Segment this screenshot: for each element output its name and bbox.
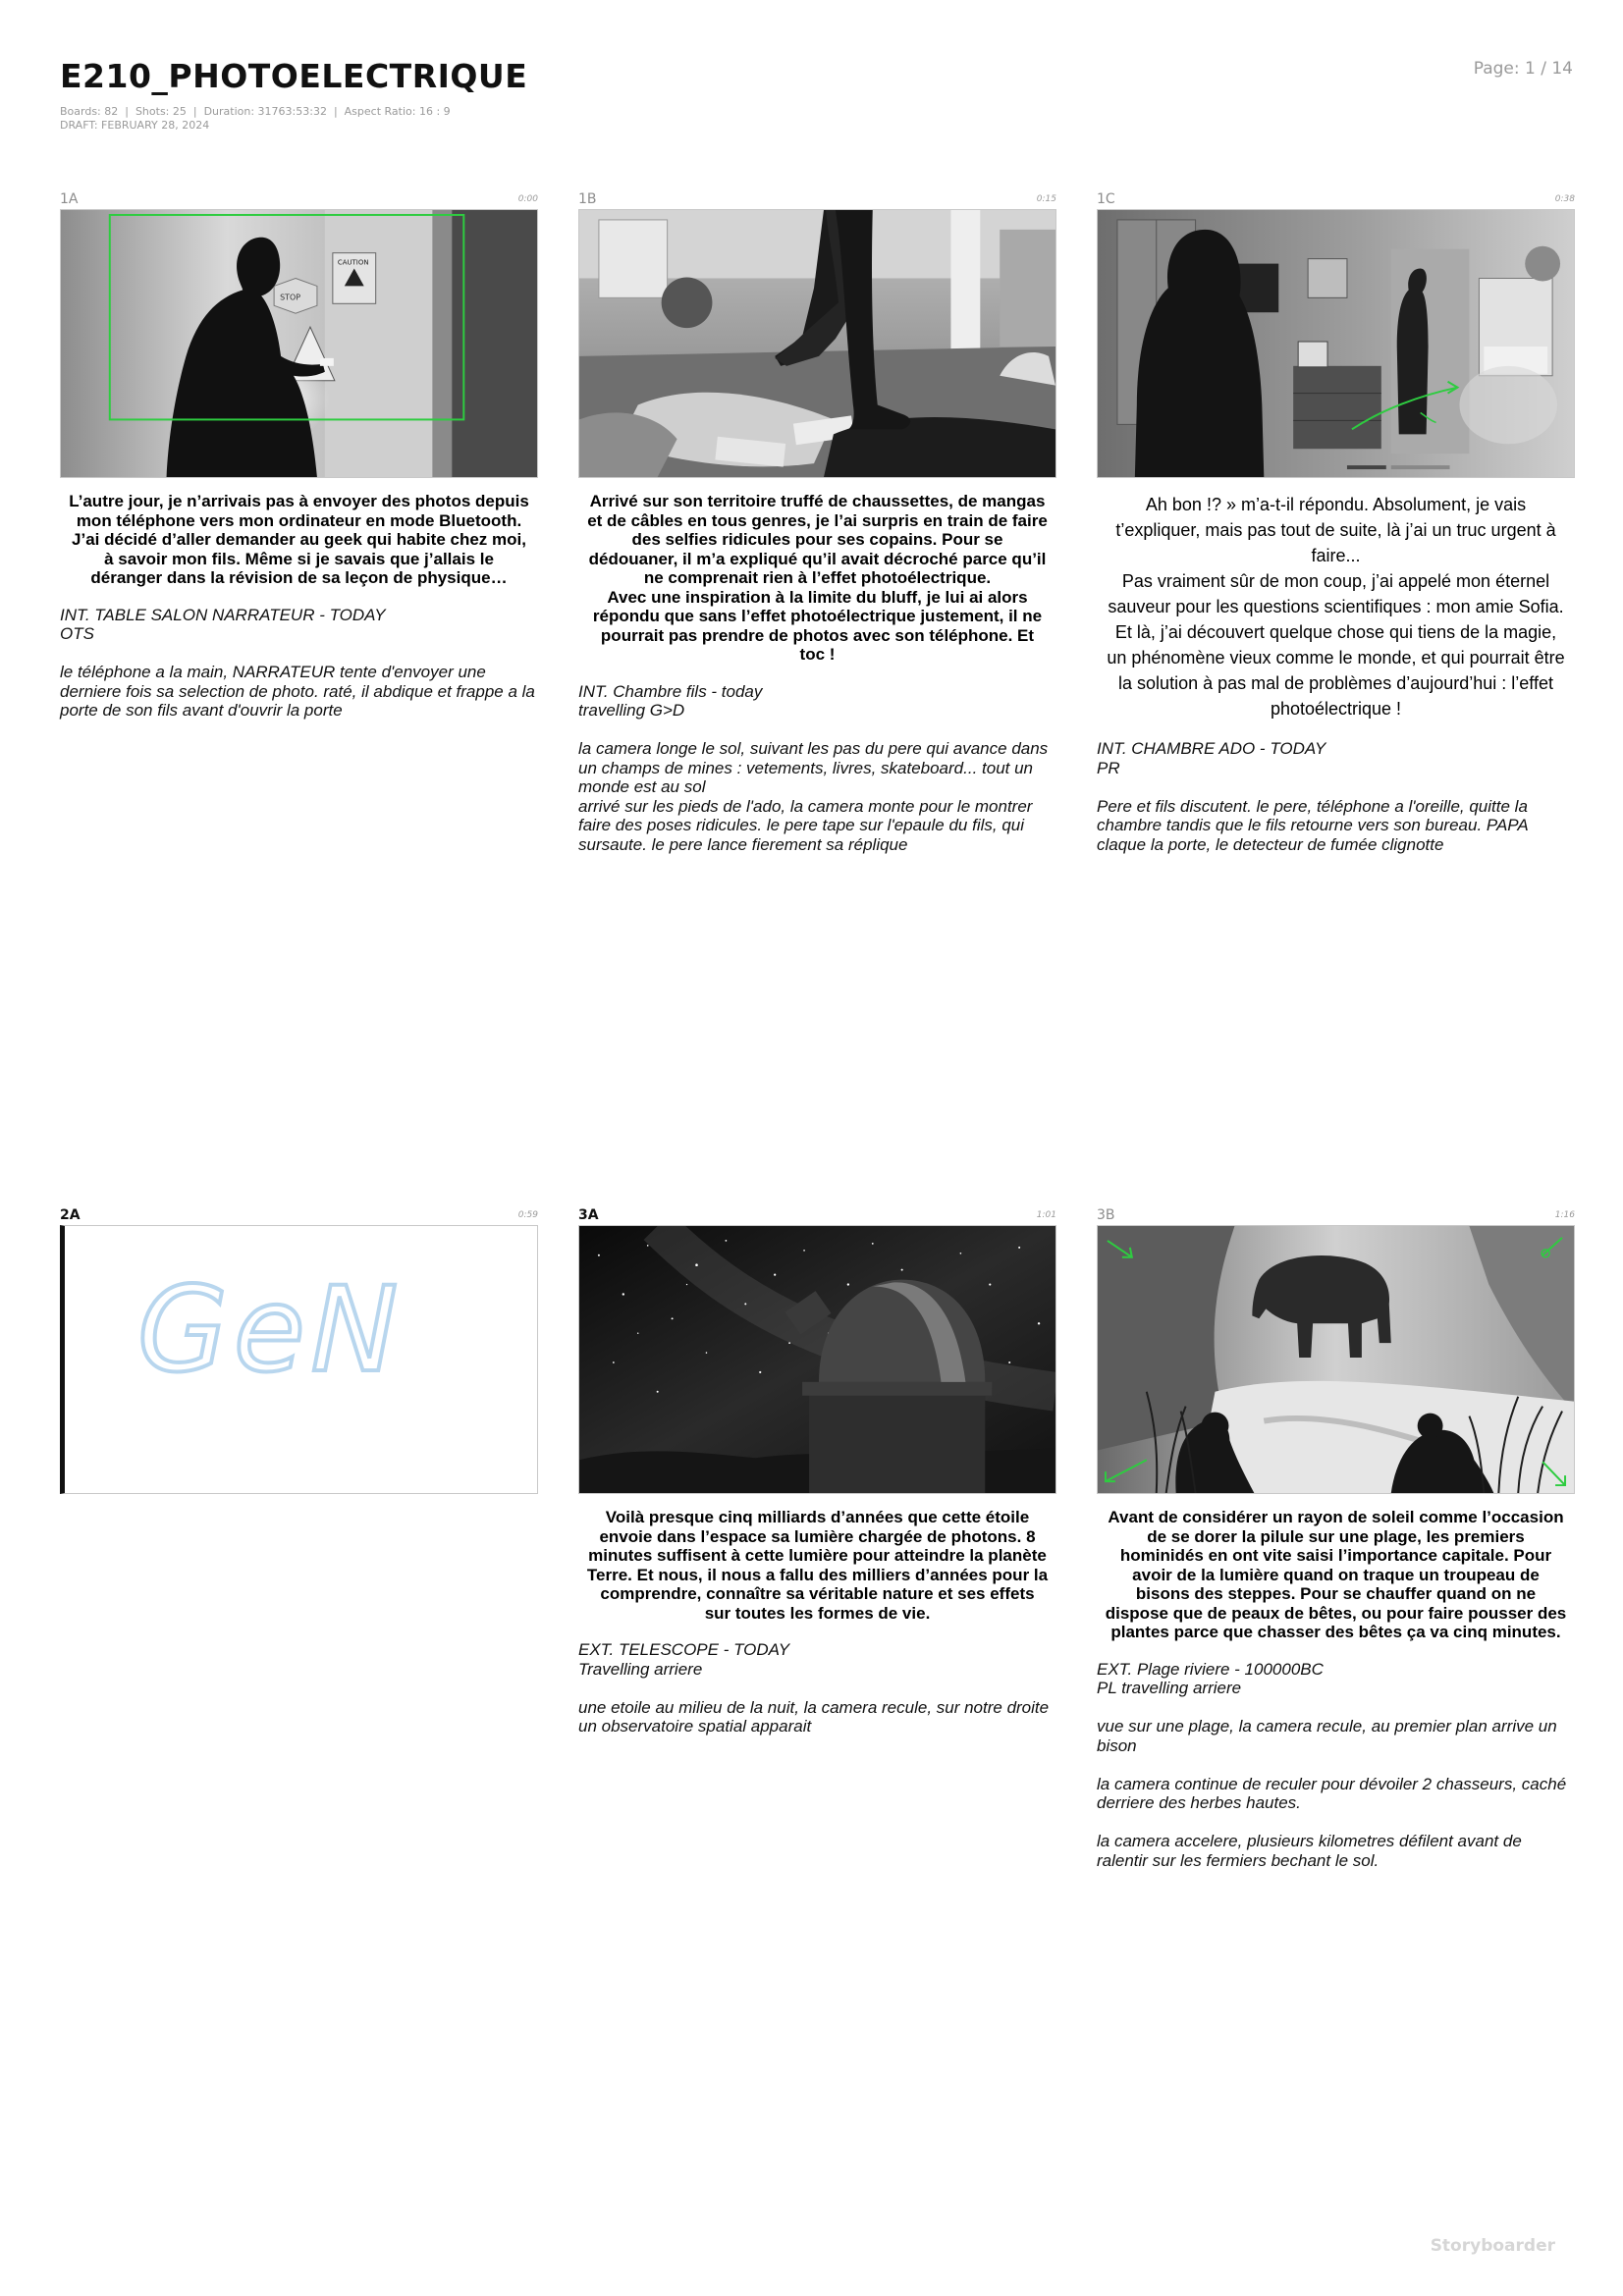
board-header: 2A 0:59 bbox=[60, 1207, 538, 1225]
action-text: INT. TABLE SALON NARRATEUR - TODAY OTS l… bbox=[60, 606, 538, 721]
board-time: 0:38 bbox=[1554, 194, 1575, 204]
action-text: INT. CHAMBRE ADO - TODAY PR Pere et fils… bbox=[1097, 739, 1575, 854]
scene-description: une etoile au milieu de la nuit, la came… bbox=[578, 1697, 1050, 1736]
board-header: 1A 0:00 bbox=[60, 191, 538, 209]
board-3b: 3B 1:16 Avant de considérer un rayon de … bbox=[1097, 1207, 1575, 1890]
scene-description: la camera continue de reculer pour dévoi… bbox=[1097, 1774, 1567, 1813]
scene-heading: EXT. Plage riviere - 100000BC PL travell… bbox=[1097, 1659, 1324, 1698]
dialogue-text: Arrivé sur son territoire truffé de chau… bbox=[587, 492, 1048, 664]
caution-sign-text: CAUTION bbox=[338, 259, 369, 267]
action-text: EXT. Plage riviere - 100000BC PL travell… bbox=[1097, 1660, 1575, 1871]
document-title: E210_PHOTOELECTRIQUE bbox=[60, 57, 528, 95]
scene-description: la camera accelere, plusieurs kilometres… bbox=[1097, 1832, 1522, 1870]
board-image: GeN bbox=[60, 1225, 538, 1494]
document-meta: Boards: 82 | Shots: 25 | Duration: 31763… bbox=[60, 105, 451, 133]
board-number: 3A bbox=[578, 1207, 599, 1223]
board-1b: 1B 0:15 Arrivé sur son territoire truffé… bbox=[578, 191, 1056, 874]
board-time: 1:16 bbox=[1554, 1210, 1575, 1220]
board-time: 0:00 bbox=[517, 194, 538, 204]
meta-line: Boards: 82 | Shots: 25 | Duration: 31763… bbox=[60, 105, 451, 118]
board-number: 1C bbox=[1097, 191, 1115, 207]
dialogue-text: Avant de considérer un rayon de soleil c… bbox=[1105, 1508, 1567, 1641]
board-image bbox=[1097, 209, 1575, 478]
dialogue-text: L’autre jour, je n’arrivais pas à envoye… bbox=[69, 492, 529, 587]
board-header: 1C 0:38 bbox=[1097, 191, 1575, 209]
board-1c: 1C 0:38 Ah bon !? » m’a-t-il répondu. Ab… bbox=[1097, 191, 1575, 874]
board-header: 1B 0:15 bbox=[578, 191, 1056, 209]
board-header: 3A 1:01 bbox=[578, 1207, 1056, 1225]
dialogue-text: Ah bon !? » m’a-t-il répondu. Absolument… bbox=[1107, 495, 1565, 719]
board-image: CAUTION STOP bbox=[60, 209, 538, 478]
board-3a: 3A 1:01 Voilà presque cinq milliards d’a… bbox=[578, 1207, 1056, 1755]
sketch-text: GeN bbox=[137, 1263, 404, 1399]
scene-description: la camera longe le sol, suivant les pas … bbox=[578, 739, 1049, 854]
scene-description: Pere et fils discutent. le pere, télépho… bbox=[1097, 796, 1529, 854]
scene-description: le téléphone a la main, NARRATEUR tente … bbox=[60, 663, 535, 720]
action-text: INT. Chambre fils - today travelling G>D… bbox=[578, 682, 1056, 855]
board-time: 0:59 bbox=[517, 1210, 538, 1220]
board-number: 1A bbox=[60, 191, 79, 207]
board-image bbox=[1097, 1225, 1575, 1494]
stop-sign-text: STOP bbox=[280, 293, 300, 301]
scene-description: vue sur une plage, la camera recule, au … bbox=[1097, 1717, 1557, 1755]
board-time: 0:15 bbox=[1036, 194, 1056, 204]
board-number: 2A bbox=[60, 1207, 81, 1223]
scene-heading: INT. Chambre fils - today travelling G>D bbox=[578, 681, 763, 721]
board-number: 3B bbox=[1097, 1207, 1115, 1223]
scene-heading: EXT. TELESCOPE - TODAY Travelling arrier… bbox=[578, 1640, 790, 1679]
scene-heading: INT. CHAMBRE ADO - TODAY PR bbox=[1097, 739, 1326, 777]
board-header: 3B 1:16 bbox=[1097, 1207, 1575, 1225]
storyboarder-logo: Storyboarder bbox=[1430, 2236, 1555, 2256]
board-1a: 1A 0:00 CAUTION STOP L’autre jour, je n’… bbox=[60, 191, 538, 739]
scene-heading: INT. TABLE SALON NARRATEUR - TODAY OTS bbox=[60, 605, 386, 644]
board-time: 1:01 bbox=[1036, 1210, 1056, 1220]
board-image bbox=[578, 1225, 1056, 1494]
page-number: Page: 1 / 14 bbox=[1473, 59, 1573, 79]
draft-line: DRAFT: FEBRUARY 28, 2024 bbox=[60, 119, 210, 132]
board-number: 1B bbox=[578, 191, 597, 207]
action-text: EXT. TELESCOPE - TODAY Travelling arrier… bbox=[578, 1640, 1056, 1736]
board-image bbox=[578, 209, 1056, 478]
dialogue-text: Voilà presque cinq milliards d’années qu… bbox=[586, 1508, 1049, 1623]
board-2a: 2A 0:59 GeN bbox=[60, 1207, 538, 1494]
